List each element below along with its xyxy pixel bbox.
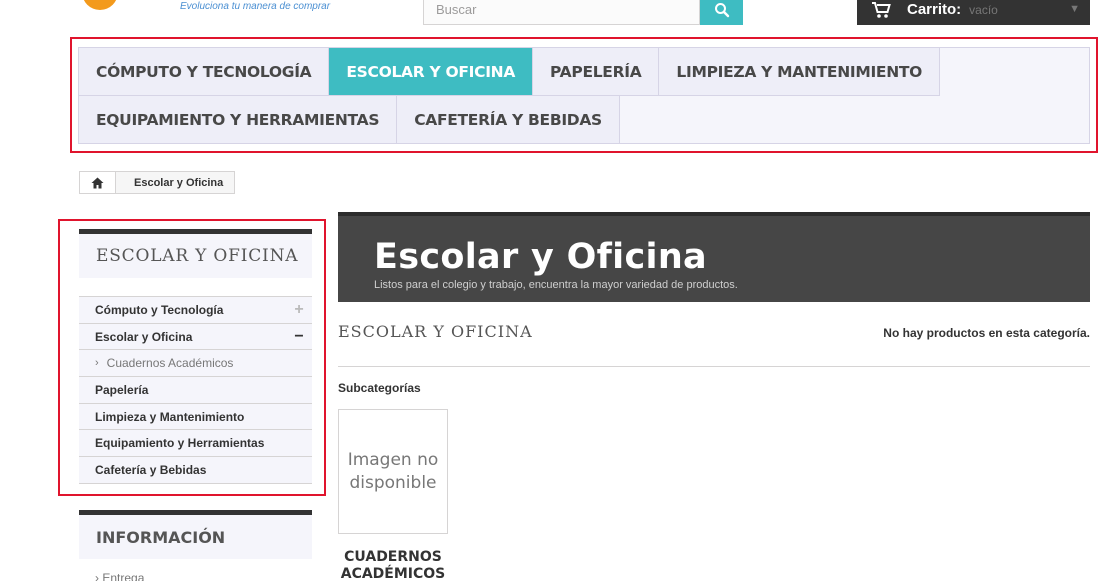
category-description: Listos para el colegio y trabajo, encuen… [374,279,738,291]
chevron-right-icon: › [95,571,99,581]
information-block: INFORMACIÓN › Entrega [79,510,312,581]
category-menu: CÓMPUTO Y TECNOLOGÍA ESCOLAR Y OFICINA PAP… [78,47,1090,144]
search-box[interactable] [423,0,700,25]
subcategory-name[interactable]: CUADERNOS ACADÉMICOS [328,549,458,581]
subcategory-image[interactable]: Imagen no disponible [338,409,448,534]
logo-mark[interactable] [82,0,118,10]
menu-item[interactable]: CAFETERÍA Y BEBIDAS [397,96,620,144]
image-placeholder: Imagen no disponible [348,449,439,495]
menu-item[interactable]: CÓMPUTO Y TECNOLOGÍA [79,48,330,96]
breadcrumb: Escolar y Oficina [79,171,236,194]
category-label: Limpieza y Mantenimiento [95,409,245,424]
category-title: Escolar y Oficina [374,237,707,277]
subcategories-label: Subcategorías [338,381,421,395]
category-banner: Escolar y Oficina Listos para el colegio… [338,212,1090,302]
category-block-title: ESCOLAR Y OFICINA [79,234,312,278]
category-label: Cafetería y Bebidas [95,462,207,477]
information-title: INFORMACIÓN [79,515,312,559]
cart-button[interactable]: Carrito: vacío ▼ [857,0,1090,25]
subcategory-item[interactable]: › Cuadernos Académicos [79,350,312,378]
image-placeholder-line: Imagen no [347,449,439,470]
category-label: Cuadernos Académicos [106,356,234,371]
menu-item[interactable]: EQUIPAMIENTO Y HERRAMIENTAS [79,96,398,144]
chevron-right-icon: › [95,357,99,370]
breadcrumb-home[interactable] [80,172,116,193]
category-label: Cómputo y Tecnología [95,302,224,317]
image-placeholder-line: disponible [349,472,437,493]
category-label: Equipamiento y Herramientas [95,436,265,451]
category-item[interactable]: Escolar y Oficina − [79,324,312,351]
menu-item[interactable]: PAPELERÍA [533,48,660,96]
information-link-label: Entrega [102,571,145,581]
section-heading: ESCOLAR Y OFICINA [338,322,533,341]
no-products-message: No hay productos en esta categoría. [883,326,1090,340]
search-icon [714,2,729,17]
divider [338,366,1090,367]
chevron-down-icon[interactable]: ▼ [1069,3,1080,15]
collapse-icon[interactable]: − [286,324,312,350]
cart-label: Carrito: [907,1,962,18]
category-item[interactable]: Cafetería y Bebidas [79,457,312,484]
expand-icon[interactable]: + [286,297,312,323]
breadcrumb-current: Escolar y Oficina [134,176,224,189]
menu-item[interactable]: ESCOLAR Y OFICINA [329,48,534,96]
category-label: Papelería [95,382,149,397]
category-item[interactable]: Limpieza y Mantenimiento [79,404,312,431]
category-item[interactable]: Papelería [79,377,312,404]
cart-status: vacío [969,2,998,17]
home-icon [91,177,104,188]
category-item[interactable]: Equipamiento y Herramientas [79,430,312,458]
category-label: Escolar y Oficina [95,329,193,344]
category-tree: Cómputo y Tecnología + Escolar y Oficina − ›… [79,296,312,484]
category-item[interactable]: Cómputo y Tecnología + [79,297,312,324]
search-input[interactable] [424,0,699,24]
information-link[interactable]: › Entrega [79,559,312,581]
category-block: ESCOLAR Y OFICINA Cómputo y Tecnología + E… [79,229,312,484]
cart-icon [872,1,891,18]
search-button[interactable] [700,0,743,25]
logo-tagline: Evoluciona tu manera de comprar [180,1,331,12]
menu-item[interactable]: LIMPIEZA Y MANTENIMIENTO [659,48,941,96]
